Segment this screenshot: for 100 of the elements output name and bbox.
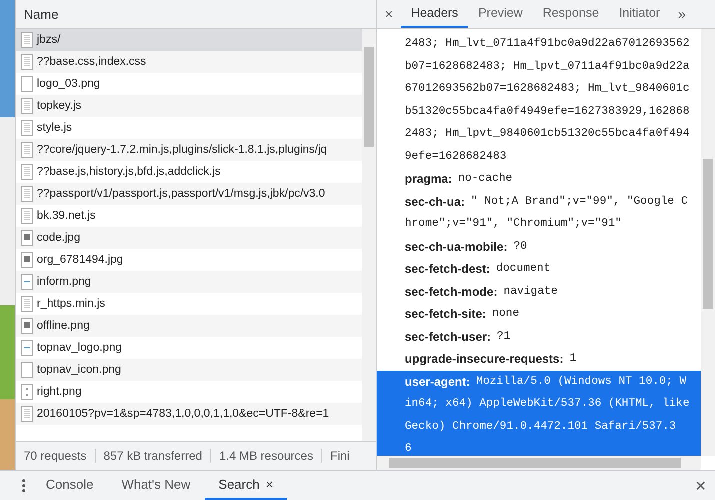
header-name: sec-ch-ua: bbox=[405, 194, 466, 209]
header-value: Mozilla/5.0 (Windows NT 10.0; W bbox=[476, 376, 687, 388]
close-button[interactable]: × bbox=[377, 0, 402, 28]
detail-tab[interactable]: Response bbox=[532, 0, 610, 28]
header-value: 67012693562b07=1628682483; Hm_lvt_9840601c bbox=[405, 83, 690, 96]
header-value: hrome";v="91", "Chromium";v="91" bbox=[405, 218, 622, 230]
request-name: 20160105?pv=1&sp=4783,1,0,0,0,1,1,0&ec=UTF-8&re=1 bbox=[37, 408, 330, 420]
request-name: offline.png bbox=[37, 320, 90, 332]
header-value: 1 bbox=[570, 353, 576, 366]
request-name: org_6781494.jpg bbox=[37, 254, 124, 266]
scrollbar[interactable] bbox=[362, 29, 376, 441]
column-header[interactable]: Name bbox=[16, 0, 376, 29]
header-name: upgrade-insecure-requests: bbox=[405, 352, 564, 366]
file-icon bbox=[21, 252, 33, 268]
request-name: topkey.js bbox=[37, 100, 82, 112]
header-value: ?1 bbox=[497, 330, 511, 343]
request-name: topnav_logo.png bbox=[37, 342, 122, 354]
header-value: in64; x64) AppleWebKit/537.36 (KHTML, like bbox=[405, 398, 690, 410]
request-name: bk.39.net.js bbox=[37, 210, 96, 222]
file-icon bbox=[21, 274, 33, 290]
header-row[interactable]: sec-fetch-user: ?1 bbox=[377, 326, 701, 348]
file-icon bbox=[21, 120, 33, 136]
request-row[interactable]: topnav_icon.png bbox=[16, 359, 362, 381]
header-row[interactable]: sec-fetch-mode: navigate bbox=[377, 280, 701, 303]
file-icon bbox=[21, 32, 33, 48]
file-icon bbox=[21, 296, 33, 312]
request-name: ??base.css,index.css bbox=[37, 56, 146, 68]
close-icon[interactable]: × bbox=[266, 477, 274, 492]
header-value: Gecko) Chrome/91.0.4472.101 Safari/537.3 bbox=[405, 420, 676, 433]
header-name: sec-fetch-site: bbox=[405, 307, 486, 322]
file-icon bbox=[21, 54, 33, 70]
header-name: sec-fetch-mode: bbox=[405, 284, 498, 299]
status-text: Fini bbox=[329, 449, 351, 463]
drawer-tab[interactable]: Console bbox=[32, 471, 108, 500]
header-row[interactable]: sec-ch-ua-mobile: ?0 bbox=[377, 236, 701, 258]
request-row[interactable]: code.jpg bbox=[16, 227, 362, 249]
file-icon bbox=[21, 384, 33, 400]
request-name: r_https.min.js bbox=[37, 298, 106, 310]
header-value: b51320c55bca4fa0f4949efe=1627383929,162868 bbox=[405, 106, 690, 118]
file-icon bbox=[21, 362, 33, 378]
drawer-tab[interactable]: Search × bbox=[204, 471, 288, 500]
header-value: 6 bbox=[405, 443, 412, 456]
close-button[interactable]: ✕ bbox=[687, 471, 715, 500]
header-row[interactable]: sec-fetch-dest: document bbox=[377, 258, 701, 280]
header-value: none bbox=[492, 308, 520, 320]
status-text: 857 kB transferred bbox=[96, 449, 212, 463]
header-value: document bbox=[496, 263, 551, 276]
header-name: sec-fetch-dest: bbox=[405, 262, 490, 276]
header-value: 2483; Hm_lvt_0711a4f91bc0a9d22a67012693562 bbox=[405, 38, 690, 50]
request-name: ??core/jquery-1.7.2.min.js,plugins/slick-1.8.1.js,plugins/jq bbox=[37, 144, 328, 156]
request-row[interactable]: ??core/jquery-1.7.2.min.js,plugins/slick-1.8.1.js,plugins/jq bbox=[16, 139, 362, 161]
request-name: inform.png bbox=[37, 276, 92, 288]
request-row[interactable]: jbzs/ bbox=[16, 29, 362, 51]
detail-tab[interactable]: Headers bbox=[401, 0, 468, 28]
header-row[interactable]: sec-ch-ua: " Not;A Brand";v="99", "Google C hrome";v="91", "Chromium";v="91" bbox=[377, 190, 701, 236]
file-icon bbox=[21, 98, 33, 114]
tab-label: Search bbox=[218, 477, 260, 492]
request-name: code.jpg bbox=[37, 232, 80, 244]
header-name: sec-ch-ua-mobile: bbox=[405, 240, 508, 254]
header-value: " Not;A Brand";v="99", "Google C bbox=[471, 196, 688, 208]
request-row[interactable]: 20160105?pv=1&sp=4783,1,0,0,0,1,1,0&ec=UTF-8&re=1 bbox=[16, 403, 362, 425]
request-row[interactable]: ??base.css,index.css bbox=[16, 51, 362, 73]
request-name: ??base.js,history.js,bfd.js,addclick.js bbox=[37, 166, 221, 178]
status-text: 1.4 MB resources bbox=[211, 449, 322, 463]
header-name: user-agent: bbox=[405, 374, 470, 389]
header-row[interactable]: sec-fetch-site: none bbox=[377, 303, 701, 326]
tab-label: Console bbox=[46, 477, 94, 492]
more-tabs-button[interactable]: » bbox=[670, 0, 694, 28]
file-icon bbox=[21, 142, 33, 158]
selected-header-row[interactable]: user-agent: Mozilla/5.0 (Windows NT 10.0; W in64; x64) AppleWebKit/537.36 (KHTML, like Gecko) Chrome/91.0.4472.101 Safari/537.3 6 bbox=[377, 370, 701, 456]
more-options-icon[interactable] bbox=[22, 478, 26, 492]
request-row[interactable]: topkey.js bbox=[16, 95, 362, 117]
tab-label: What's New bbox=[122, 477, 191, 492]
drawer-tab[interactable]: What's New bbox=[108, 471, 205, 500]
header-value: b07=1628682483; Hm_lpvt_0711a4f91bc0a9d22a bbox=[405, 60, 690, 73]
request-name: jbzs/ bbox=[37, 34, 61, 46]
header-value: 9efe=1628682483 bbox=[405, 150, 507, 163]
file-icon bbox=[21, 406, 33, 422]
file-icon bbox=[21, 340, 33, 356]
header-name: sec-fetch-user: bbox=[405, 330, 492, 344]
request-row[interactable]: ??passport/v1/passport.js,passport/v1/msg.js,jbk/pc/v3.0 bbox=[16, 183, 362, 205]
detail-tab[interactable]: Preview bbox=[468, 0, 533, 28]
header-row[interactable]: pragma: no-cache bbox=[377, 168, 701, 190]
detail-tab[interactable]: Initiator bbox=[609, 0, 670, 28]
header-value: 2483; Hm_lpvt_9840601cb51320c55bca4fa0f494 bbox=[405, 128, 690, 140]
header-value: navigate bbox=[504, 286, 558, 298]
horizontal-scrollbar[interactable] bbox=[377, 456, 701, 470]
header-value: ?0 bbox=[514, 240, 528, 253]
request-name: ??passport/v1/passport.js,passport/v1/msg.js,jbk/pc/v3.0 bbox=[37, 188, 326, 200]
request-name: topnav_icon.png bbox=[37, 364, 122, 376]
request-row[interactable]: offline.png bbox=[16, 315, 362, 337]
file-icon bbox=[21, 76, 33, 92]
request-row[interactable]: inform.png bbox=[16, 271, 362, 293]
file-icon bbox=[21, 208, 33, 224]
file-icon bbox=[21, 230, 33, 246]
header-row[interactable]: upgrade-insecure-requests: 1 bbox=[377, 348, 701, 370]
file-icon bbox=[21, 318, 33, 334]
header-value: no-cache bbox=[458, 173, 513, 186]
scrollbar[interactable] bbox=[701, 29, 715, 456]
request-name: right.png bbox=[37, 386, 82, 398]
